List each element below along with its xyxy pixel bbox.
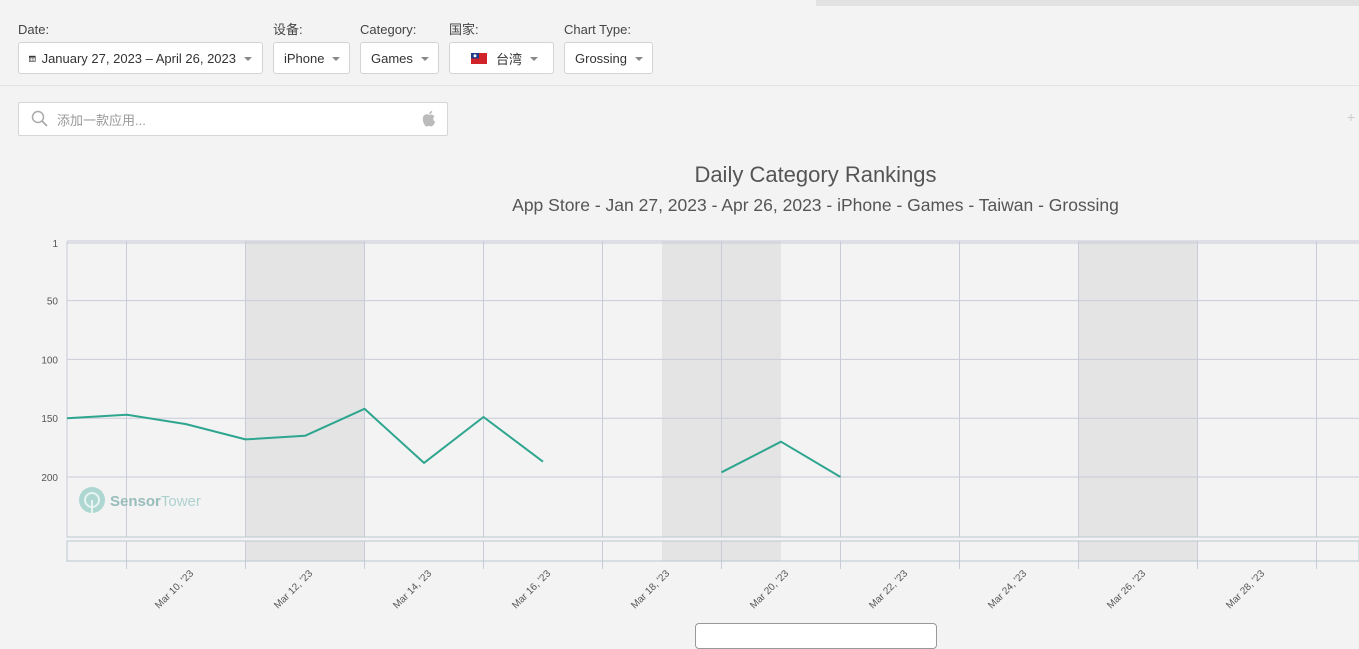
y-tick-label: 100 xyxy=(41,355,58,366)
chevron-down-icon xyxy=(332,57,341,61)
y-tick-label: 150 xyxy=(41,414,58,425)
chevron-down-icon xyxy=(420,57,429,61)
navigator-weekend-band xyxy=(245,541,365,561)
x-tick-label: Mar 18, '23 xyxy=(629,568,672,611)
top-strip xyxy=(816,0,1359,6)
x-tick-label: Mar 22, '23 xyxy=(867,568,910,611)
device-value: iPhone xyxy=(284,50,325,66)
x-tick-label: Mar 12, '23 xyxy=(272,568,315,611)
search-placeholder: 添加一款应用... xyxy=(57,112,146,128)
calendar-icon xyxy=(29,55,36,62)
device-dropdown[interactable]: iPhone xyxy=(273,42,350,74)
chart-type-dropdown[interactable]: Grossing xyxy=(564,42,653,74)
watermark-text: SensorTower xyxy=(110,493,201,510)
chart-subtitle: App Store - Jan 27, 2023 - Apr 26, 2023 … xyxy=(512,195,1119,215)
x-tick-label: Mar 20, '23 xyxy=(748,568,791,611)
header-divider xyxy=(0,85,1359,86)
legend[interactable] xyxy=(695,623,937,649)
x-tick-label: Mar 14, '23 xyxy=(391,568,434,611)
app-search[interactable]: 添加一款应用... xyxy=(18,102,448,136)
date-filter-label: Date: xyxy=(18,22,50,37)
y-tick-label: 200 xyxy=(41,473,58,484)
rankings-chart: 150100150200SensorTowerMar 10, '23 Mar 12… xyxy=(41,239,1359,611)
country-dropdown[interactable]: 台湾 xyxy=(449,42,554,74)
category-dropdown[interactable]: Games xyxy=(360,42,439,74)
x-tick-label: Mar 16, '23 xyxy=(510,568,553,611)
add-icon[interactable]: + xyxy=(1347,109,1355,125)
weekend-band xyxy=(1078,241,1198,537)
country-filter-label: 国家: xyxy=(449,22,479,37)
category-value: Games xyxy=(371,50,413,66)
date-range-value: January 27, 2023 – April 26, 2023 xyxy=(41,50,236,66)
device-filter-label: 设备: xyxy=(273,22,303,37)
y-tick-label: 1 xyxy=(52,239,58,250)
taiwan-flag-icon xyxy=(471,52,487,64)
chart-title: Daily Category Rankings xyxy=(694,162,937,187)
x-tick-label: Mar 26, '23 xyxy=(1105,568,1148,611)
search-icon xyxy=(31,110,48,127)
country-filter: 国家: 台湾 xyxy=(449,21,554,74)
chevron-down-icon xyxy=(244,57,252,61)
chart-type-value: Grossing xyxy=(575,50,628,66)
category-filter: Category: Games xyxy=(360,21,439,74)
x-tick-label: Mar 10, '23 xyxy=(153,568,196,611)
chevron-down-icon xyxy=(530,57,539,61)
country-value: 台湾 xyxy=(496,51,523,67)
date-filter: Date: January 27, 2023 – April 26, 2023 xyxy=(18,21,263,74)
x-tick-label: Mar 28, '23 xyxy=(1224,568,1267,611)
date-range-picker[interactable]: January 27, 2023 – April 26, 2023 xyxy=(18,42,263,74)
category-filter-label: Category: xyxy=(360,22,417,37)
weekend-band xyxy=(245,241,365,537)
chart-type-filter: Chart Type: Grossing xyxy=(564,21,653,74)
apple-icon[interactable] xyxy=(421,110,437,128)
device-filter: 设备: iPhone xyxy=(273,21,350,74)
navigator-weekend-band xyxy=(1078,541,1198,561)
y-tick-label: 50 xyxy=(47,297,59,308)
chevron-down-icon xyxy=(635,57,644,61)
chart-type-filter-label: Chart Type: xyxy=(564,22,631,37)
x-tick-label: Mar 24, '23 xyxy=(986,568,1029,611)
